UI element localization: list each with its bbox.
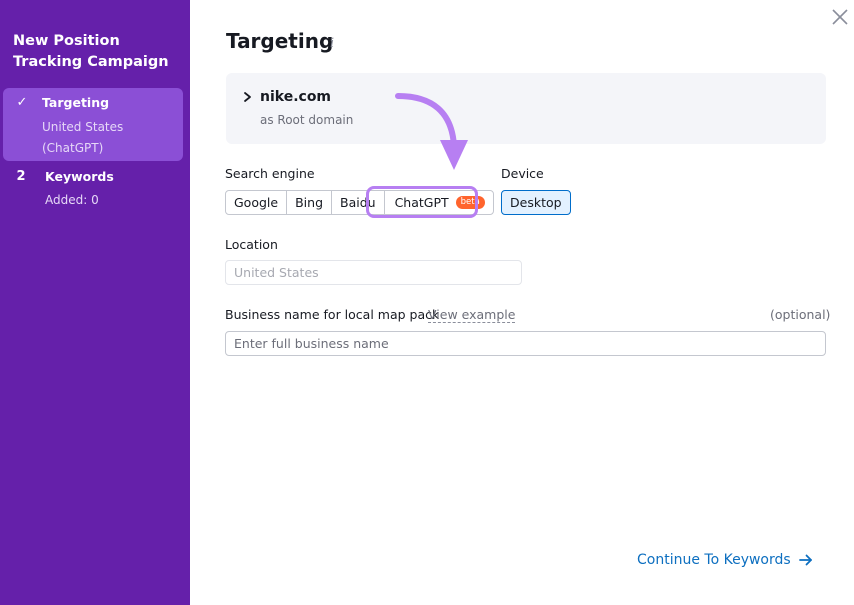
sidebar: New Position Tracking Campaign ✓ Targeti… <box>0 0 190 605</box>
engine-option-chatgpt[interactable]: ChatGPT beta <box>384 191 493 214</box>
engine-option-google[interactable]: Google <box>226 191 288 214</box>
step-label: Targeting <box>42 95 110 110</box>
continue-button[interactable]: Continue To Keywords <box>637 552 813 568</box>
step-summary: United States (ChatGPT) <box>42 120 124 155</box>
device-desktop-button[interactable]: Desktop <box>501 190 571 215</box>
continue-label: Continue To Keywords <box>637 552 791 568</box>
view-example-link[interactable]: View example <box>428 307 516 323</box>
check-icon: ✓ <box>16 95 28 110</box>
engine-option-baidu[interactable]: Baidu <box>332 191 385 214</box>
search-engine-selector: Google Bing Baidu ChatGPT beta <box>225 190 494 215</box>
device-label: Device <box>501 166 544 181</box>
chevron-right-icon[interactable] <box>242 89 254 105</box>
optional-label: (optional) <box>770 307 831 322</box>
step-label: Keywords <box>45 169 114 184</box>
location-input[interactable] <box>225 260 522 285</box>
step-keywords[interactable]: 2 Keywords Added: 0 <box>3 166 183 210</box>
location-label: Location <box>225 237 278 252</box>
domain-name: nike.com <box>260 89 332 105</box>
domain-type: as Root domain <box>260 113 354 127</box>
beta-badge: beta <box>455 196 485 209</box>
page-title: Targeting <box>226 29 334 53</box>
business-name-input[interactable] <box>225 331 826 356</box>
search-engine-label: Search engine <box>225 166 315 181</box>
arrow-right-icon <box>798 554 812 566</box>
step-summary: Added: 0 <box>45 193 99 207</box>
sidebar-title: New Position Tracking Campaign <box>13 33 169 70</box>
business-name-label: Business name for local map pack <box>225 307 440 322</box>
engine-option-bing[interactable]: Bing <box>287 191 332 214</box>
step-targeting[interactable]: ✓ Targeting United States (ChatGPT) <box>3 88 183 161</box>
info-icon[interactable]: i <box>330 36 334 51</box>
engine-option-label: ChatGPT <box>394 195 449 210</box>
step-number: 2 <box>16 169 26 184</box>
domain-card[interactable]: nike.com as Root domain <box>226 73 826 144</box>
close-icon[interactable] <box>829 6 851 28</box>
